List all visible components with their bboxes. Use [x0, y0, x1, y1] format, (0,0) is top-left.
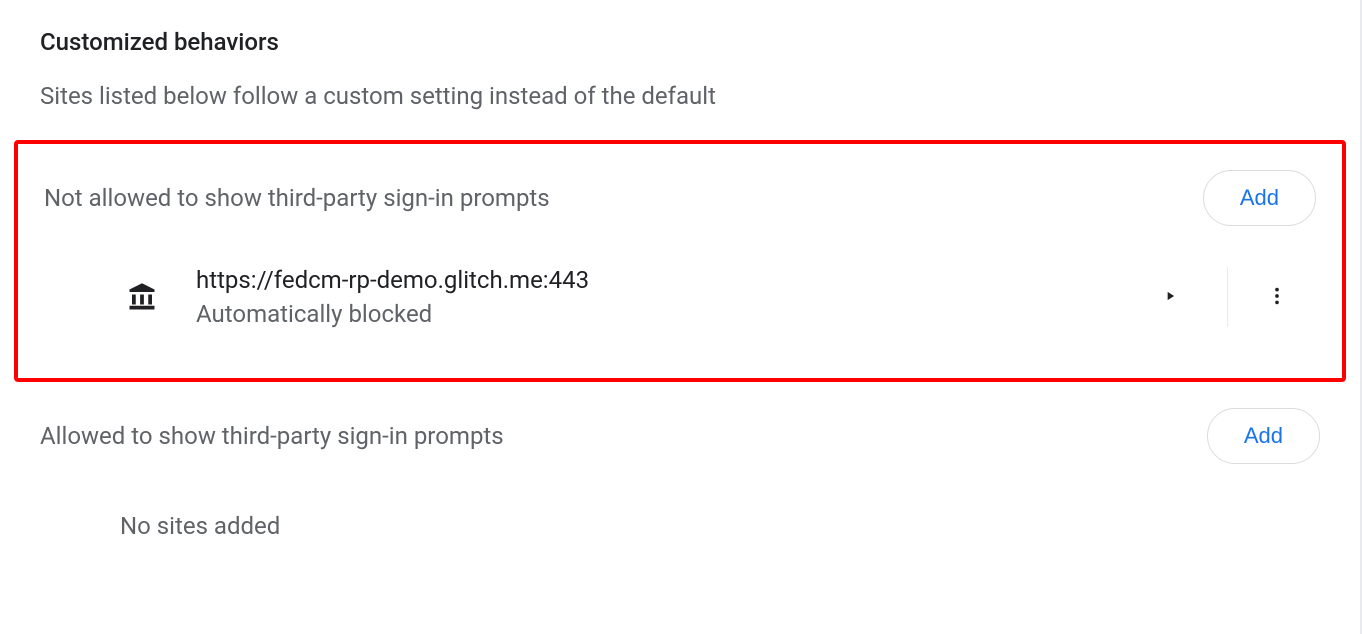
- no-sites-added-message: No sites added: [40, 512, 1320, 540]
- vertical-divider: [1227, 267, 1228, 327]
- site-url: https://fedcm-rp-demo.glitch.me:443: [196, 266, 1133, 294]
- allowed-section: Allowed to show third-party sign-in prom…: [40, 408, 1320, 540]
- more-vert-icon: [1266, 285, 1288, 310]
- add-allowed-button[interactable]: Add: [1207, 408, 1320, 464]
- not-allowed-label: Not allowed to show third-party sign-in …: [44, 184, 550, 212]
- more-actions-button[interactable]: [1248, 271, 1306, 324]
- site-status: Automatically blocked: [196, 300, 1133, 328]
- customized-behaviors-description: Sites listed below follow a custom setti…: [40, 82, 1320, 110]
- add-not-allowed-button[interactable]: Add: [1203, 170, 1316, 226]
- allowed-label: Allowed to show third-party sign-in prom…: [40, 422, 504, 450]
- customized-behaviors-title: Customized behaviors: [40, 28, 1320, 56]
- site-icon: [124, 279, 160, 315]
- not-allowed-section-highlight: Not allowed to show third-party sign-in …: [14, 140, 1346, 382]
- arrow-right-icon: [1163, 289, 1177, 306]
- site-row[interactable]: https://fedcm-rp-demo.glitch.me:443 Auto…: [44, 266, 1316, 328]
- expand-arrow-button[interactable]: [1133, 275, 1207, 320]
